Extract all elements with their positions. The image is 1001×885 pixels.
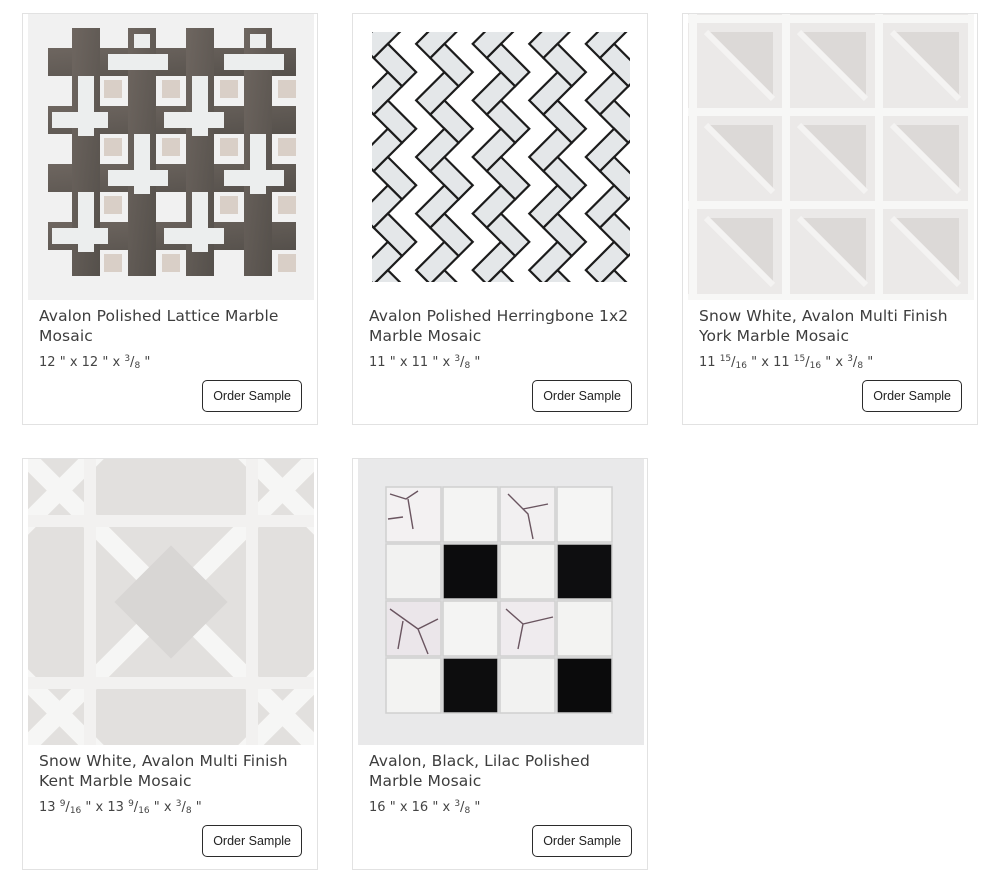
product-card[interactable]: Snow White, Avalon Multi Finish York Mar… bbox=[682, 13, 978, 425]
product-title[interactable]: Snow White, Avalon Multi Finish Kent Mar… bbox=[39, 751, 305, 791]
product-title[interactable]: Snow White, Avalon Multi Finish York Mar… bbox=[699, 306, 965, 346]
product-image-lattice[interactable] bbox=[28, 14, 314, 300]
product-card[interactable]: Snow White, Avalon Multi Finish Kent Mar… bbox=[22, 458, 318, 870]
product-title[interactable]: Avalon, Black, Lilac Polished Marble Mos… bbox=[369, 751, 635, 791]
order-sample-button[interactable]: Order Sample bbox=[202, 380, 302, 412]
product-dimensions: 11 " x 11 " x 3/8 " bbox=[369, 354, 481, 371]
product-title[interactable]: Avalon Polished Herringbone 1x2 Marble M… bbox=[369, 306, 635, 346]
order-sample-button[interactable]: Order Sample bbox=[532, 825, 632, 857]
product-image-checker[interactable] bbox=[358, 459, 644, 745]
product-dimensions: 16 " x 16 " x 3/8 " bbox=[369, 799, 481, 816]
product-card[interactable]: Avalon, Black, Lilac Polished Marble Mos… bbox=[352, 458, 648, 870]
order-sample-button[interactable]: Order Sample bbox=[202, 825, 302, 857]
order-sample-button[interactable]: Order Sample bbox=[862, 380, 962, 412]
product-dimensions: 12 " x 12 " x 3/8 " bbox=[39, 354, 151, 371]
product-image-kent[interactable] bbox=[28, 459, 314, 745]
product-image-herringbone[interactable] bbox=[358, 14, 644, 300]
product-title[interactable]: Avalon Polished Lattice Marble Mosaic bbox=[39, 306, 305, 346]
product-dimensions: 13 9/16 " x 13 9/16 " x 3/8 " bbox=[39, 799, 202, 816]
product-card[interactable]: Avalon Polished Herringbone 1x2 Marble M… bbox=[352, 13, 648, 425]
product-dimensions: 11 15/16 " x 11 15/16 " x 3/8 " bbox=[699, 354, 874, 371]
product-card[interactable]: Avalon Polished Lattice Marble Mosaic 12… bbox=[22, 13, 318, 425]
product-image-york[interactable] bbox=[688, 14, 974, 300]
order-sample-button[interactable]: Order Sample bbox=[532, 380, 632, 412]
